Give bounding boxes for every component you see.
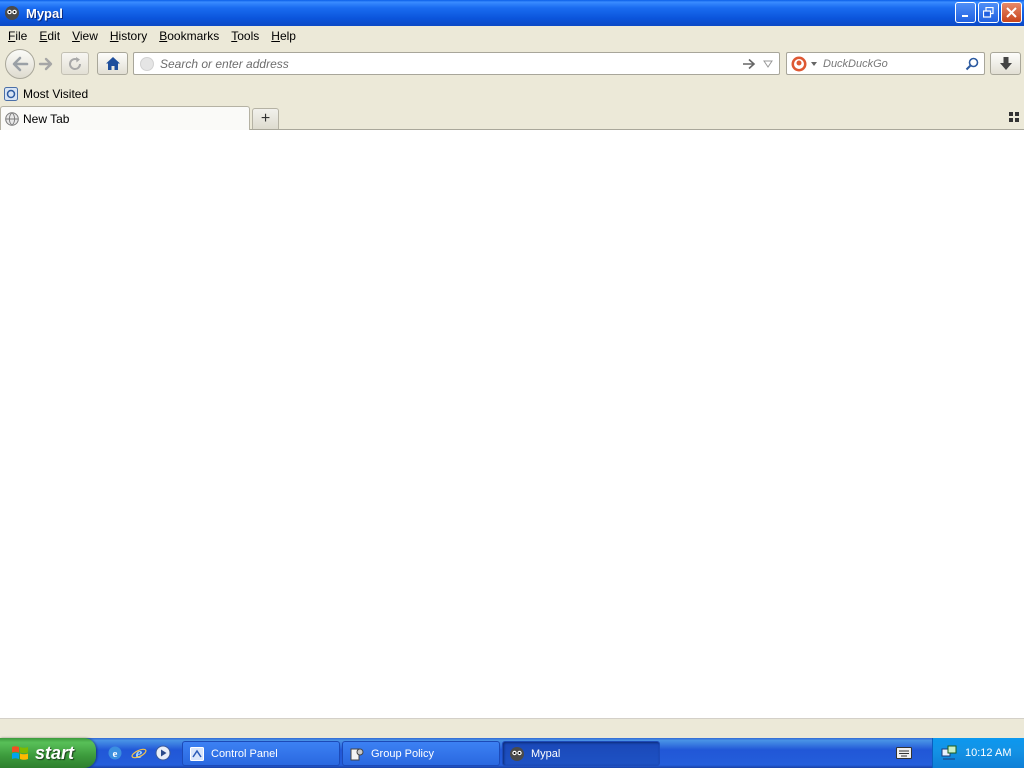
clock[interactable]: 10:12 AM — [965, 747, 1011, 759]
list-all-tabs-button[interactable] — [1009, 112, 1019, 122]
ie-icon[interactable]: e — [106, 744, 124, 762]
menu-bookmarks[interactable]: Bookmarks — [153, 29, 225, 43]
taskbar-item-mypal[interactable]: Mypal — [502, 741, 660, 766]
site-identity-icon[interactable] — [140, 57, 154, 71]
browser-icon[interactable]: e — [130, 744, 148, 762]
go-arrow-icon[interactable] — [741, 56, 757, 72]
download-icon — [999, 56, 1012, 70]
mypal-app-icon[interactable] — [4, 5, 20, 21]
menu-history[interactable]: History — [104, 29, 153, 43]
svg-text:e: e — [113, 748, 118, 760]
menu-edit[interactable]: Edit — [33, 29, 66, 43]
taskbar-item-control-panel[interactable]: Control Panel — [182, 741, 340, 766]
reload-icon — [69, 56, 82, 70]
tab-label: New Tab — [23, 111, 70, 126]
search-engine-selector[interactable] — [791, 56, 819, 72]
title-bar[interactable]: Mypal — [0, 0, 1024, 26]
keyboard-icon[interactable] — [896, 747, 912, 759]
control-panel-icon — [190, 746, 204, 761]
menu-tools[interactable]: Tools — [225, 29, 265, 43]
restore-button[interactable] — [978, 2, 999, 23]
mypal-icon — [510, 746, 524, 761]
search-icon[interactable] — [964, 56, 980, 72]
close-button[interactable] — [1001, 2, 1022, 23]
new-tab-button[interactable]: + — [252, 108, 279, 129]
url-bar[interactable] — [133, 52, 780, 75]
menu-bar: File Edit View History Bookmarks Tools H… — [0, 26, 1024, 46]
search-bar[interactable] — [786, 52, 985, 75]
home-button[interactable] — [97, 52, 128, 75]
duckduckgo-icon — [791, 56, 807, 72]
downloads-button[interactable] — [990, 52, 1021, 75]
close-icon — [1006, 7, 1017, 18]
menu-view[interactable]: View — [66, 29, 104, 43]
plus-icon: + — [260, 110, 271, 127]
svg-text:e: e — [136, 746, 143, 761]
windows-logo-icon — [12, 746, 28, 760]
taskbar-item-group-policy[interactable]: Group Policy — [342, 741, 500, 766]
tab-new-tab[interactable]: New Tab — [0, 106, 250, 130]
taskbar: start e e Control Panel Group Policy Myp… — [0, 738, 1024, 768]
forward-arrow-icon — [38, 57, 53, 71]
tab-strip: New Tab + — [0, 106, 1024, 130]
navigation-toolbar — [0, 46, 1024, 82]
url-input[interactable] — [160, 55, 720, 73]
search-input[interactable] — [823, 55, 961, 73]
start-button[interactable]: start — [0, 738, 96, 768]
chevron-down-icon — [811, 62, 817, 66]
status-bar — [0, 718, 1024, 738]
start-label: start — [35, 742, 75, 763]
bookmarks-toolbar: Most Visited — [0, 82, 1024, 106]
minimize-button[interactable] — [955, 2, 976, 23]
back-button[interactable] — [5, 49, 35, 79]
forward-button[interactable] — [35, 54, 57, 74]
system-tray: 10:12 AM — [932, 738, 1024, 768]
group-policy-icon — [350, 748, 364, 760]
bookmark-most-visited[interactable]: Most Visited — [4, 87, 88, 101]
network-icon[interactable] — [941, 745, 957, 761]
globe-icon — [5, 111, 19, 126]
media-player-icon[interactable] — [154, 744, 172, 762]
bookmark-label: Most Visited — [23, 87, 89, 101]
history-dropdown-icon[interactable] — [761, 56, 775, 72]
page-content[interactable] — [0, 130, 1024, 718]
quick-launch: e e — [106, 744, 172, 762]
menu-help[interactable]: Help — [265, 29, 302, 43]
minimize-icon — [961, 14, 968, 17]
reload-button[interactable] — [61, 52, 89, 75]
back-arrow-icon — [12, 56, 29, 72]
home-icon — [105, 57, 120, 70]
most-visited-icon — [4, 87, 18, 101]
menu-file[interactable]: File — [2, 29, 33, 43]
window-title: Mypal — [26, 5, 63, 21]
restore-icon — [983, 7, 994, 18]
